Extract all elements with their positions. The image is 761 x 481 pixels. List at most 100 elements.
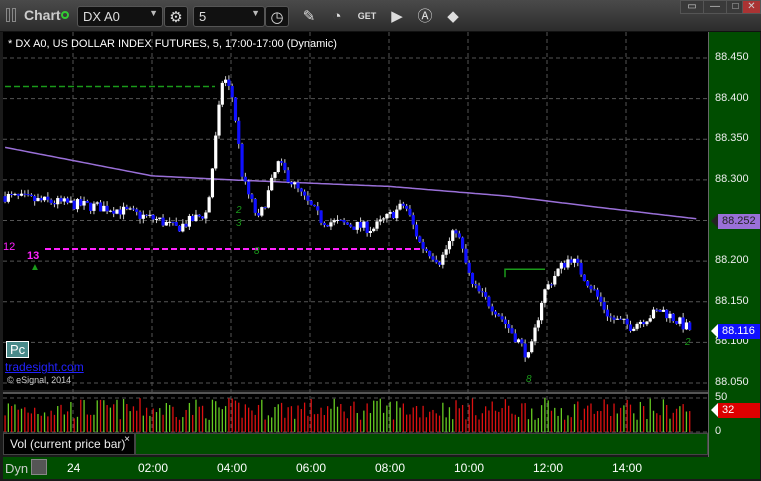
candle-body <box>661 309 665 312</box>
candle-body <box>207 197 211 213</box>
candle-body <box>237 120 241 144</box>
candle-body <box>56 198 60 205</box>
candle-body <box>635 323 639 329</box>
candle-body <box>411 215 415 225</box>
candle-body <box>589 285 593 290</box>
candle-body <box>233 97 238 121</box>
candle-body <box>372 228 376 232</box>
candle-body <box>181 223 185 232</box>
candle-body <box>224 79 228 83</box>
candle-body <box>530 341 534 353</box>
candle-body <box>572 258 577 263</box>
candle-body <box>59 198 63 202</box>
candle-body <box>342 220 346 223</box>
candle-body <box>39 198 43 201</box>
candle-body <box>270 177 274 191</box>
candle-body <box>655 309 659 311</box>
candle-body <box>303 191 307 196</box>
candle-body <box>684 322 689 330</box>
candle-body <box>431 256 435 260</box>
candle-body <box>168 221 172 223</box>
candle-body <box>286 170 290 183</box>
candle-body <box>29 194 33 197</box>
candle-body <box>52 203 57 205</box>
candle-body <box>470 272 475 284</box>
candle-body <box>513 333 517 343</box>
candle-body <box>138 211 142 219</box>
candle-body <box>141 214 145 219</box>
candle-body <box>36 198 40 202</box>
ma-value: 88.252 <box>722 215 756 227</box>
candle-body <box>135 209 139 212</box>
candle-body <box>355 221 359 230</box>
candle-body <box>3 196 7 202</box>
candle-body <box>247 181 251 195</box>
candle-body <box>599 296 603 303</box>
candle-body <box>283 162 287 171</box>
candle-body <box>345 222 349 225</box>
candle-body <box>500 316 504 320</box>
candle-body <box>493 311 498 315</box>
candle-body <box>42 196 47 201</box>
candle-body <box>279 161 284 163</box>
candle-body <box>405 205 409 209</box>
candle-body <box>174 221 178 226</box>
candle-body <box>95 202 99 204</box>
tradesight-link[interactable]: tradesight.com <box>5 360 84 374</box>
candle-body <box>546 284 550 290</box>
candle-body <box>240 143 244 177</box>
candle-body <box>102 205 106 212</box>
candle-body <box>543 289 547 303</box>
count-label: 8 <box>526 374 532 385</box>
candle-body <box>461 237 465 249</box>
green-short-line <box>504 268 545 278</box>
candle-body <box>164 222 168 226</box>
candle-body <box>569 259 573 263</box>
count-label: 3 <box>236 218 242 229</box>
candle-body <box>520 339 524 344</box>
candle-body <box>563 262 567 268</box>
count-label: 8 <box>254 246 260 257</box>
candle-body <box>23 193 27 195</box>
candle-body <box>184 223 188 227</box>
candle-body <box>503 319 507 325</box>
candle-body <box>131 208 136 210</box>
candle-body <box>609 316 613 318</box>
candle-body <box>556 268 560 276</box>
candle-body <box>46 196 50 200</box>
candle-body <box>428 250 432 257</box>
candle-body <box>352 226 356 230</box>
candle-body <box>595 289 600 297</box>
candle-body <box>177 225 182 232</box>
candle-body <box>533 327 537 342</box>
pc-button[interactable]: Pc <box>6 341 30 358</box>
candle-body <box>388 211 392 214</box>
candle-body <box>365 221 369 233</box>
candle-body <box>329 222 333 227</box>
candle-body <box>645 321 649 325</box>
candle-body <box>549 284 554 286</box>
candle-body <box>19 193 24 196</box>
candle-body <box>605 309 610 317</box>
candle-body <box>253 198 257 213</box>
candle-body <box>197 214 201 217</box>
candle-body <box>665 309 669 319</box>
candle-body <box>678 317 682 324</box>
candle-body <box>658 310 662 312</box>
candle-body <box>214 135 218 169</box>
candle-body <box>85 201 89 203</box>
candle-body <box>289 182 294 185</box>
candle-body <box>487 296 491 307</box>
candle-body <box>625 318 629 325</box>
candle-body <box>651 309 656 319</box>
candle-body <box>668 313 672 319</box>
candle-body <box>382 218 386 220</box>
candle-body <box>408 208 412 216</box>
candle-body <box>674 321 679 324</box>
candle-body <box>510 328 514 334</box>
candle-body <box>467 262 471 273</box>
candle-body <box>115 209 119 214</box>
candle-body <box>671 313 675 322</box>
candle-body <box>507 324 511 329</box>
candle-body <box>349 224 353 227</box>
